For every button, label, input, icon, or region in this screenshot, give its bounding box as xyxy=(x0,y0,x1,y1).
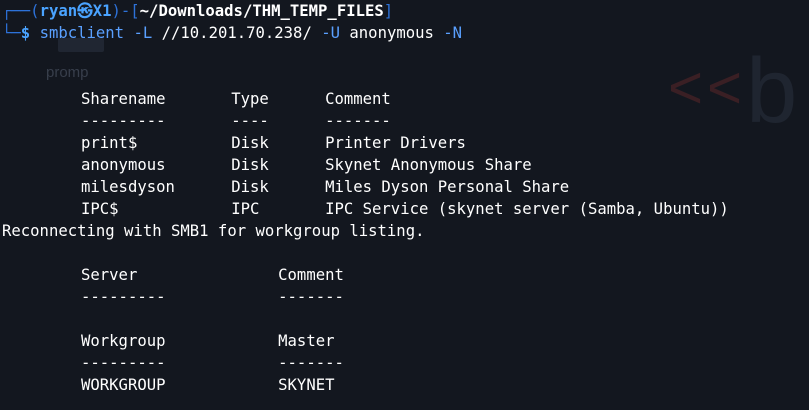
server-header: Server Comment xyxy=(81,266,344,284)
command-flag-N: -N xyxy=(443,24,463,42)
share-row: print$ Disk Printer Drivers xyxy=(81,134,466,152)
prompt-corner-top: ┌──( xyxy=(2,2,40,20)
command-flag-L: -L xyxy=(133,24,153,42)
workgroup-row: WORKGROUP SKYNET xyxy=(81,376,335,394)
share-row: milesdyson Disk Miles Dyson Personal Sha… xyxy=(81,178,570,196)
command-name: smbclient xyxy=(39,24,125,42)
workgroup-header: Workgroup Master xyxy=(81,332,335,350)
prompt-dollar: $ xyxy=(20,24,31,42)
prompt-line-2: └─$ smbclient -L //10.201.70.238/ -U ano… xyxy=(2,22,462,44)
background-prompt-watermark: promp xyxy=(46,64,89,81)
share-row: IPC$ IPC IPC Service (skynet server (Sam… xyxy=(81,200,729,218)
terminal-window[interactable]: promp <<b ┌──(ryan㉿X1)-[~/Downloads/THM_… xyxy=(0,0,809,410)
command-flag-U: -U xyxy=(321,24,341,42)
background-logo-watermark: <<b xyxy=(668,42,801,137)
prompt-path: ~/Downloads/THM_TEMP_FILES xyxy=(139,2,384,20)
workgroup-divider: --------- ------- xyxy=(81,354,344,372)
command-target: //10.201.70.238/ xyxy=(161,24,312,42)
prompt-user-host: ryan㉿X1 xyxy=(39,2,112,20)
shares-divider: --------- ---- ------- xyxy=(81,112,391,130)
prompt-close-bracket: ] xyxy=(383,2,394,20)
shares-header: Sharename Type Comment xyxy=(81,90,391,108)
logo-chevrons: << xyxy=(668,54,747,121)
prompt-separator: )-[ xyxy=(111,2,140,20)
server-divider: --------- ------- xyxy=(81,288,344,306)
logo-letter: b xyxy=(746,40,802,142)
reconnect-message: Reconnecting with SMB1 for workgroup lis… xyxy=(2,222,425,240)
command-user-arg: anonymous xyxy=(349,24,434,42)
prompt-line-1: ┌──(ryan㉿X1)-[~/Downloads/THM_TEMP_FILES… xyxy=(2,0,393,22)
prompt-corner-bottom: └─ xyxy=(2,24,21,42)
share-row: anonymous Disk Skynet Anonymous Share xyxy=(81,156,532,174)
